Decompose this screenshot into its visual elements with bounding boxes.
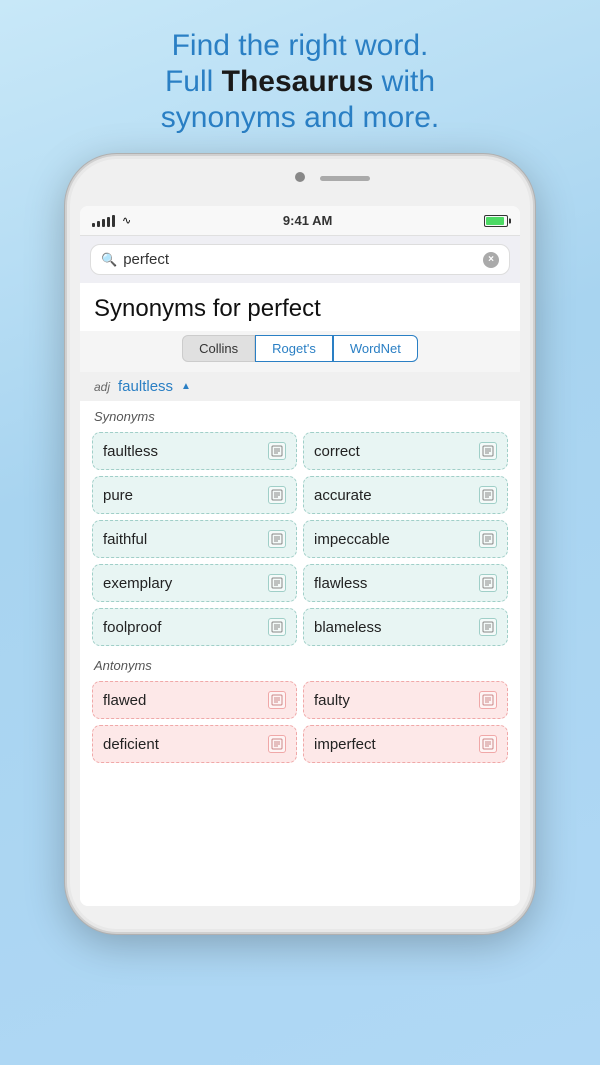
word-text: deficient [103,736,159,753]
phone-top-bar [67,156,533,206]
definition-icon[interactable] [479,691,497,709]
list-item[interactable]: imperfect [303,725,508,763]
list-item[interactable]: flawed [92,681,297,719]
signal-bar-2 [97,221,100,227]
search-clear-button[interactable]: × [483,252,499,268]
list-item[interactable]: pure [92,476,297,514]
definition-icon[interactable] [479,618,497,636]
signal-bars [92,215,115,227]
list-item[interactable]: faulty [303,681,508,719]
word-text: impeccable [314,531,390,548]
tab-row: Collins Roget's WordNet [80,331,520,372]
list-item[interactable]: foolproof [92,608,297,646]
search-icon: 🔍 [101,252,117,268]
definition-icon[interactable] [268,530,286,548]
word-text: imperfect [314,736,376,753]
definition-icon[interactable] [479,574,497,592]
list-item[interactable]: faithful [92,520,297,558]
header-line2-bold: Thesaurus [222,65,374,98]
definition-icon[interactable] [479,735,497,753]
synonyms-label: Synonyms [80,401,520,428]
phone-speaker [320,176,370,181]
definition-icon[interactable] [479,486,497,504]
list-item[interactable]: faultless [92,432,297,470]
word-text: faithful [103,531,147,548]
list-item[interactable]: flawless [303,564,508,602]
synonyms-grid: faultless correct pure [80,428,520,650]
battery-fill [486,217,504,225]
battery-icon [484,215,508,227]
header-line2-rest: with [373,65,435,98]
word-text: faultless [103,443,158,460]
antonyms-label: Antonyms [80,650,520,677]
collapse-arrow-icon[interactable]: ▲ [181,381,191,392]
header-line3: synonyms and more. [161,100,439,136]
signal-bar-4 [107,217,110,227]
definition-icon[interactable] [479,530,497,548]
definition-icon[interactable] [268,618,286,636]
wifi-icon: ∿ [122,214,131,227]
status-bar: ∿ 9:41 AM [80,206,520,236]
phone-screen: ∿ 9:41 AM 🔍 perfect × Synonyms for perfe… [80,206,520,906]
antonyms-grid: flawed faulty deficient [80,677,520,767]
definition-icon[interactable] [268,735,286,753]
word-text: faulty [314,692,350,709]
tab-rogets[interactable]: Roget's [255,335,333,362]
definition-icon[interactable] [479,442,497,460]
status-time: 9:41 AM [283,213,332,228]
header-line2-plain: Full [165,65,222,98]
definition-icon[interactable] [268,691,286,709]
tab-wordnet[interactable]: WordNet [333,335,418,362]
word-text: pure [103,487,133,504]
search-bar[interactable]: 🔍 perfect × [80,236,520,283]
status-left: ∿ [92,214,131,227]
search-input-wrap[interactable]: 🔍 perfect × [90,244,510,275]
status-right [484,215,508,227]
main-content: Synonyms for perfect Collins Roget's Wor… [80,283,520,906]
definition-icon[interactable] [268,442,286,460]
app-header: Find the right word. Full Thesaurus with… [131,0,469,154]
word-text: exemplary [103,575,172,592]
part-of-speech: adj [94,380,110,394]
word-text: blameless [314,619,382,636]
signal-bar-3 [102,219,105,227]
signal-bar-5 [112,215,115,227]
word-text: flawed [103,692,146,709]
list-item[interactable]: deficient [92,725,297,763]
section-header: adj faultless ▲ [80,372,520,401]
list-item[interactable]: blameless [303,608,508,646]
list-item[interactable]: impeccable [303,520,508,558]
word-text: flawless [314,575,367,592]
list-item[interactable]: accurate [303,476,508,514]
section-word: faultless [118,378,173,395]
word-text: accurate [314,487,372,504]
list-item[interactable]: correct [303,432,508,470]
header-line1: Find the right word. [161,28,439,64]
phone-shell: ∿ 9:41 AM 🔍 perfect × Synonyms for perfe… [65,154,535,934]
definition-icon[interactable] [268,574,286,592]
search-value[interactable]: perfect [123,251,477,268]
word-text: foolproof [103,619,161,636]
word-text: correct [314,443,360,460]
header-line2: Full Thesaurus with [161,64,439,100]
definition-icon[interactable] [268,486,286,504]
synonyms-title: Synonyms for perfect [80,283,520,331]
tab-collins[interactable]: Collins [182,335,255,362]
signal-bar-1 [92,223,95,227]
front-camera [295,172,305,182]
list-item[interactable]: exemplary [92,564,297,602]
